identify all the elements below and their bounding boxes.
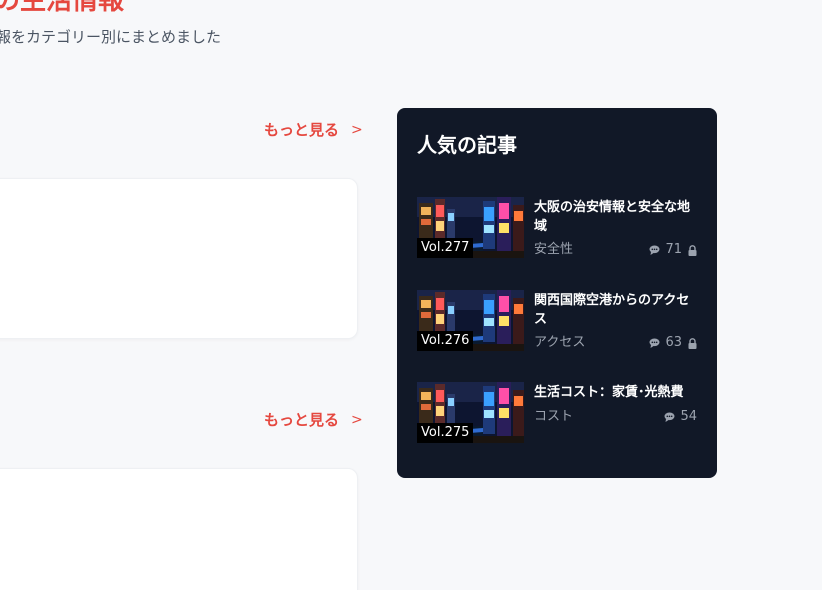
- see-more-link[interactable]: もっと見る >: [264, 120, 363, 140]
- article-thumbnail: Vol.276: [417, 290, 524, 351]
- content-card: [0, 468, 358, 590]
- comment-count: 71: [665, 242, 682, 257]
- article-category: アクセス: [534, 335, 586, 350]
- volume-badge: Vol.275: [417, 423, 474, 443]
- article-title[interactable]: 生活コスト：家賃･光熱費: [534, 383, 699, 402]
- chevron-right-icon: >: [351, 412, 363, 428]
- article-thumbnail: Vol.277: [417, 197, 524, 258]
- see-more-label: もっと見る: [264, 121, 340, 139]
- article-thumbnail: Vol.275: [417, 382, 524, 443]
- article-item[interactable]: Vol.277 大阪の治安情報と安全な地域 安全性 71: [417, 197, 697, 259]
- article-item[interactable]: Vol.275 生活コスト：家賃･光熱費 コスト 54: [417, 382, 697, 444]
- lock-icon: [688, 244, 697, 256]
- see-more-link[interactable]: もっと見る >: [264, 410, 363, 430]
- article-category: コスト: [534, 409, 574, 424]
- volume-badge: Vol.277: [417, 238, 474, 258]
- chevron-right-icon: >: [351, 122, 363, 138]
- chat-bubble-icon: [664, 412, 675, 422]
- article-title[interactable]: 大阪の治安情報と安全な地域: [534, 198, 699, 236]
- content-card: [0, 178, 358, 339]
- article-item[interactable]: Vol.276 関西国際空港からのアクセス アクセス 63: [417, 290, 697, 352]
- chat-bubble-icon: [649, 245, 660, 255]
- article-meta: 63: [649, 334, 697, 352]
- article-meta: 54: [664, 408, 697, 426]
- page-title: の生活情報: [0, 0, 125, 16]
- article-title[interactable]: 関西国際空港からのアクセス: [534, 291, 699, 329]
- comment-count: 63: [665, 335, 682, 350]
- comment-count: 54: [680, 409, 697, 424]
- article-meta: 71: [649, 241, 697, 259]
- lock-icon: [688, 337, 697, 349]
- volume-badge: Vol.276: [417, 331, 474, 351]
- page-subtitle: 報をカテゴリー別にまとめました: [0, 28, 222, 46]
- article-category: 安全性: [534, 242, 574, 257]
- see-more-label: もっと見る: [264, 411, 340, 429]
- popular-articles-title: 人気の記事: [417, 133, 517, 157]
- popular-articles-panel: 人気の記事 Vol.277 大阪の治安情報と安全な地域 安全性 71 Vol.2…: [397, 108, 717, 478]
- page: の生活情報 報をカテゴリー別にまとめました もっと見る > もっと見る > 人気…: [0, 0, 822, 590]
- chat-bubble-icon: [649, 338, 660, 348]
